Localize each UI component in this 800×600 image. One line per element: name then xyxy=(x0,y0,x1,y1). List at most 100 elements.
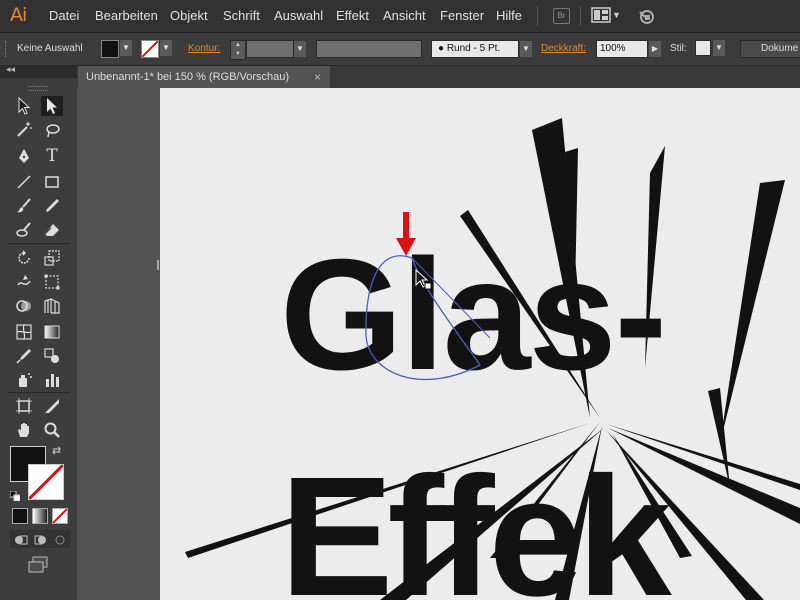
red-arrow-icon xyxy=(396,212,416,256)
stroke-weight-stepper[interactable]: ▲ ▼ xyxy=(230,40,246,60)
rectangle-icon[interactable] xyxy=(41,172,63,192)
brush-definition-field[interactable]: ● Rund - 5 Pt. xyxy=(431,40,519,58)
none-mode-button[interactable] xyxy=(52,508,68,524)
pen-icon[interactable] xyxy=(13,146,35,166)
type-icon[interactable]: T xyxy=(41,146,63,166)
eyedropper-icon[interactable] xyxy=(13,346,35,366)
tools-panel-header[interactable]: ◂◂ xyxy=(0,64,77,78)
shard xyxy=(612,433,692,558)
perspective-grid-icon[interactable] xyxy=(41,296,63,316)
menu-hilfe[interactable]: Hilfe xyxy=(496,8,522,23)
rotate-icon[interactable] xyxy=(13,248,35,268)
free-transform-icon[interactable] xyxy=(41,272,63,292)
artboard-icon[interactable] xyxy=(13,396,35,416)
fill-dropdown[interactable]: ▼ xyxy=(120,40,132,56)
tools-panel: T ⇄ xyxy=(0,78,77,600)
scale-icon[interactable] xyxy=(41,248,63,268)
blend-icon[interactable] xyxy=(41,346,63,366)
shard xyxy=(490,422,600,558)
shape-builder-icon[interactable] xyxy=(13,296,35,316)
draw-behind-icon[interactable] xyxy=(34,533,48,551)
stroke-label[interactable]: Kontur: xyxy=(188,43,220,54)
menu-separator xyxy=(580,6,581,26)
fill-color-swatch[interactable] xyxy=(101,40,119,58)
brush-dropdown[interactable]: ▼ xyxy=(520,41,532,57)
opacity-label[interactable]: Deckkraft: xyxy=(541,43,586,54)
default-colors-icon[interactable] xyxy=(9,488,21,506)
menu-separator xyxy=(537,6,538,26)
opacity-dropdown[interactable]: ▶ xyxy=(649,41,661,57)
tool-separator xyxy=(8,243,70,244)
panel-grip[interactable] xyxy=(5,41,9,57)
gradient-mode-button[interactable] xyxy=(32,508,48,524)
stroke-color-swatch[interactable] xyxy=(141,40,159,58)
gradient-icon[interactable] xyxy=(41,322,63,342)
style-dropdown[interactable]: ▼ xyxy=(713,40,725,56)
document-setup-button[interactable]: Dokume xyxy=(740,40,800,58)
stroke-swatch[interactable] xyxy=(28,464,64,500)
selection-path xyxy=(365,255,481,381)
warp-icon[interactable] xyxy=(13,272,35,292)
swap-colors-icon[interactable]: ⇄ xyxy=(52,444,61,457)
shard xyxy=(555,426,602,600)
bridge-button[interactable]: Br xyxy=(553,8,570,24)
hand-icon[interactable] xyxy=(13,420,35,440)
sync-settings-icon[interactable] xyxy=(637,7,655,30)
menu-auswahl[interactable]: Auswahl xyxy=(274,8,323,23)
stroke-weight-dropdown[interactable]: ▼ xyxy=(294,41,306,57)
selection-status: Keine Auswahl xyxy=(17,43,83,54)
direct-selection-icon[interactable] xyxy=(41,96,63,116)
zoom-icon[interactable] xyxy=(41,420,63,440)
shard xyxy=(606,424,800,490)
close-icon[interactable]: × xyxy=(314,66,321,88)
column-graph-icon[interactable] xyxy=(41,370,63,390)
magic-wand-icon[interactable] xyxy=(13,120,35,140)
control-bar: Keine Auswahl ▼ ▼ Kontur: ▲ ▼ ▼ ● Rund - … xyxy=(0,33,800,66)
shard xyxy=(532,118,590,418)
shard xyxy=(606,430,764,600)
menu-effekt[interactable]: Effekt xyxy=(336,8,369,23)
selection-path xyxy=(411,257,491,339)
shard xyxy=(645,146,665,368)
shard xyxy=(720,180,785,443)
canvas-area[interactable]: Glas- Effek xyxy=(77,88,800,600)
tool-separator xyxy=(8,392,70,393)
line-icon[interactable] xyxy=(13,172,35,192)
menu-datei[interactable]: Datei xyxy=(49,8,79,23)
menu-ansicht[interactable]: Ansicht xyxy=(383,8,426,23)
draw-inside-icon[interactable] xyxy=(54,533,66,551)
screen-mode-icon[interactable] xyxy=(27,556,49,579)
cursor-icon xyxy=(415,268,432,290)
pencil-icon[interactable] xyxy=(41,196,63,216)
draw-mode-group xyxy=(10,530,70,548)
mesh-icon[interactable] xyxy=(13,322,35,342)
selection-arrow-icon[interactable] xyxy=(13,96,35,116)
opacity-field[interactable]: 100% xyxy=(596,40,648,58)
color-mode-button[interactable] xyxy=(12,508,28,524)
shard-layer xyxy=(185,118,800,600)
symbol-sprayer-icon[interactable] xyxy=(13,370,35,390)
menu-bearbeiten[interactable]: Bearbeiten xyxy=(95,8,158,23)
brush-preset-label: Rund - 5 Pt. xyxy=(446,43,501,54)
chevron-down-icon[interactable]: ▼ xyxy=(612,10,621,20)
paintbrush-icon[interactable] xyxy=(13,196,35,216)
arrange-documents-icon[interactable] xyxy=(591,7,611,23)
menu-bar: Ai Datei Bearbeiten Objekt Schrift Auswa… xyxy=(0,0,800,33)
lasso-icon[interactable] xyxy=(41,120,63,140)
draw-normal-icon[interactable] xyxy=(14,533,28,551)
eraser-icon[interactable] xyxy=(41,220,63,240)
panel-grip[interactable] xyxy=(28,86,48,91)
menu-fenster[interactable]: Fenster xyxy=(440,8,484,23)
ruler-marker xyxy=(157,260,159,270)
collapse-panel-icon[interactable]: ◂◂ xyxy=(6,64,15,75)
slice-icon[interactable] xyxy=(41,396,63,416)
tab-document[interactable]: Unbenannt-1* bei 150 % (RGB/Vorschau) xyxy=(78,66,330,88)
blob-brush-icon[interactable] xyxy=(13,220,35,240)
stroke-dropdown[interactable]: ▼ xyxy=(160,40,172,56)
menu-objekt[interactable]: Objekt xyxy=(170,8,208,23)
artboard[interactable]: Glas- Effek xyxy=(160,88,800,600)
variable-width-profile[interactable] xyxy=(316,40,422,58)
style-swatch[interactable] xyxy=(695,40,711,56)
menu-schrift[interactable]: Schrift xyxy=(223,8,260,23)
stroke-weight-field[interactable] xyxy=(246,40,294,58)
